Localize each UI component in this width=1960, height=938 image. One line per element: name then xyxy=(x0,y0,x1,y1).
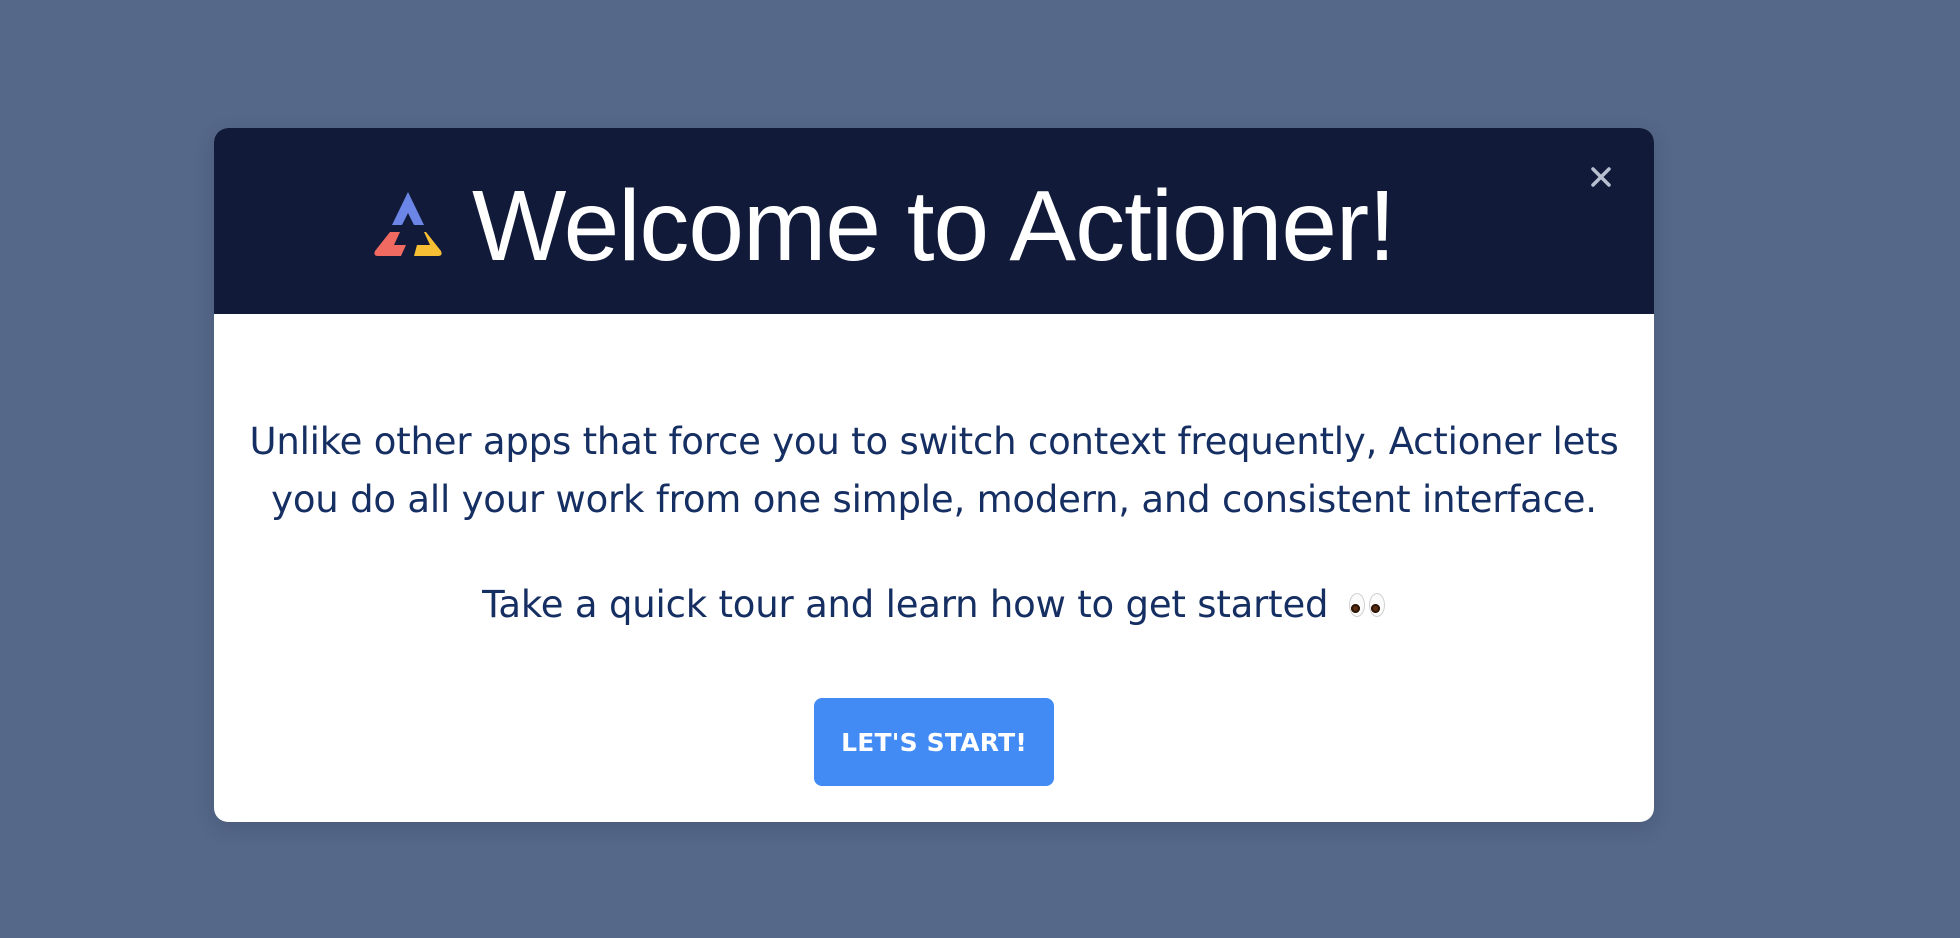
tour-text-row: Take a quick tour and learn how to get s… xyxy=(214,582,1654,628)
modal-body: Unlike other apps that force you to swit… xyxy=(214,314,1654,822)
intro-text: Unlike other apps that force you to swit… xyxy=(249,420,1619,521)
actioner-logo-icon xyxy=(374,192,442,256)
close-icon xyxy=(1591,167,1611,187)
left-pupil xyxy=(1350,604,1360,613)
modal-title: Welcome to Actioner! xyxy=(472,170,1396,282)
right-pupil xyxy=(1370,604,1380,613)
right-eye-icon xyxy=(1368,593,1385,617)
left-eye-icon xyxy=(1348,593,1365,617)
tour-text: Take a quick tour and learn how to get s… xyxy=(482,583,1329,626)
lets-start-button[interactable]: LET'S START! xyxy=(814,698,1054,786)
welcome-modal: Welcome to Actioner! Unlike other apps t… xyxy=(214,128,1654,822)
brand-heading: Welcome to Actioner! xyxy=(366,170,1396,282)
close-button[interactable] xyxy=(1582,158,1620,196)
eyes-icon xyxy=(1348,592,1386,620)
modal-header: Welcome to Actioner! xyxy=(214,128,1654,314)
